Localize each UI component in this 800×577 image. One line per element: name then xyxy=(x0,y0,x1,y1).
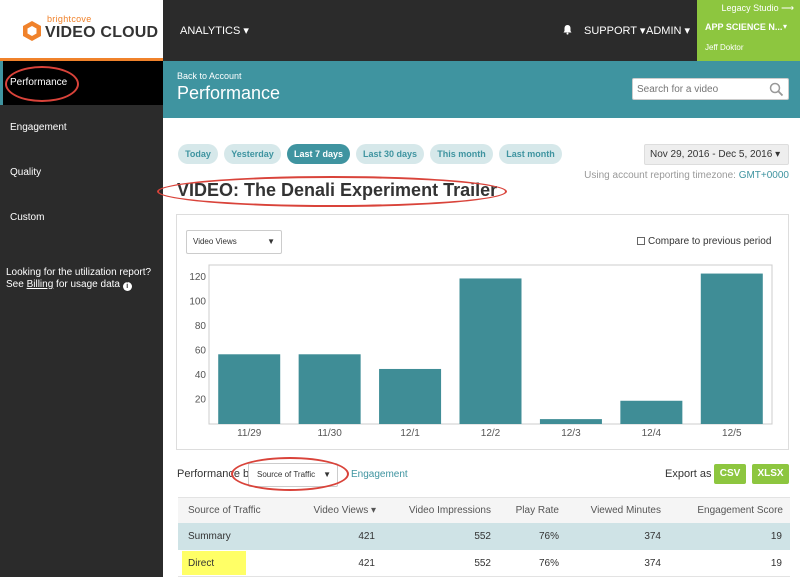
logo-wordmark: VIDEO CLOUD xyxy=(45,24,159,41)
sidebar-item-custom[interactable]: Custom xyxy=(0,196,163,240)
page-title: Performance xyxy=(177,83,281,103)
legacy-studio-link[interactable]: Legacy Studio ⟶ xyxy=(697,3,800,14)
bar xyxy=(218,354,281,424)
nav-admin[interactable]: ADMIN ▾ xyxy=(646,24,690,37)
table-cell: 76% xyxy=(538,558,559,569)
column-header[interactable]: Play Rate xyxy=(516,498,559,524)
y-tick-label: 80 xyxy=(195,321,207,332)
checkbox-icon[interactable] xyxy=(637,237,645,245)
timezone-link[interactable]: GMT+0000 xyxy=(739,170,789,181)
bar xyxy=(298,354,361,424)
sidebar-item-performance[interactable]: Performance xyxy=(0,61,163,105)
compare-checkbox[interactable]: Compare to previous period xyxy=(637,236,771,247)
date-range-picker[interactable]: Nov 29, 2016 - Dec 5, 2016 ▾ xyxy=(644,144,789,165)
export-csv-button[interactable]: CSV xyxy=(714,464,746,484)
export-label: Export as xyxy=(665,468,712,480)
nav-support[interactable]: SUPPORT ▾ xyxy=(584,24,645,37)
search-icon[interactable] xyxy=(769,82,784,97)
timezone-text: Using account reporting timezone: xyxy=(584,170,739,181)
table-cell: 374 xyxy=(644,558,661,569)
table-header-row: Source of Traffic Video Views ▾ Video Im… xyxy=(178,497,790,523)
sidebar-item-engagement[interactable]: Engagement xyxy=(0,106,163,150)
sidebar-item-label: Quality xyxy=(10,167,42,178)
sidebar-item-label: Performance xyxy=(10,77,68,88)
table-cell: 421 xyxy=(358,558,375,569)
performance-by-label: Performance by xyxy=(177,468,255,480)
table-cell: 19 xyxy=(770,531,782,542)
back-to-account-link[interactable]: Back to Account xyxy=(177,71,242,81)
sidebar-item-label: Engagement xyxy=(10,122,67,133)
x-tick-label: 11/30 xyxy=(317,428,342,439)
x-tick-label: 12/4 xyxy=(642,428,662,439)
table-cell: 421 xyxy=(358,531,375,542)
y-tick-label: 60 xyxy=(195,346,207,357)
bar xyxy=(539,419,602,424)
chevron-down-icon: ▼ xyxy=(323,470,331,479)
video-title: VIDEO: The Denali Experiment Trailer xyxy=(177,180,498,200)
chevron-down-icon[interactable]: ▾ xyxy=(783,22,787,31)
bar xyxy=(459,278,522,424)
column-header[interactable]: Video Impressions xyxy=(409,498,491,524)
table-cell: 76% xyxy=(538,531,559,542)
range-last-7-days-button[interactable]: Last 7 days xyxy=(287,144,350,164)
y-tick-label: 100 xyxy=(189,297,206,308)
column-header[interactable]: Source of Traffic xyxy=(188,498,261,524)
timezone-note: Using account reporting timezone: GMT+00… xyxy=(560,170,789,181)
chevron-down-icon: ▼ xyxy=(267,237,275,246)
y-tick-label: 20 xyxy=(195,395,207,406)
compare-label: Compare to previous period xyxy=(648,236,772,247)
range-last-month-button[interactable]: Last month xyxy=(499,144,562,164)
y-tick-label: 120 xyxy=(189,272,206,283)
x-tick-label: 12/2 xyxy=(481,428,501,439)
dimension-select[interactable]: Source of Traffic ▼ xyxy=(248,463,338,487)
utilization-note-line: Looking for the utilization report? xyxy=(6,267,152,278)
table-row[interactable]: Direct 421 552 76% 374 19 xyxy=(178,550,790,577)
engagement-link[interactable]: Engagement xyxy=(351,469,408,480)
logo-wordmark-small: brightcove xyxy=(47,14,92,24)
note-rest: for usage data xyxy=(53,279,123,290)
metric-select-value: Video Views xyxy=(193,237,237,246)
brightcove-logo-icon xyxy=(23,21,41,41)
x-tick-label: 11/29 xyxy=(237,428,262,439)
note-see: See xyxy=(6,279,27,290)
table-cell: 374 xyxy=(644,531,661,542)
notifications-icon[interactable] xyxy=(562,24,573,35)
video-search[interactable] xyxy=(632,78,789,100)
video-views-bar-chart: 20 40 60 80 100 120 11/29 11/30 12/1 12/2 12/3 12/4… xyxy=(189,264,773,439)
range-yesterday-button[interactable]: Yesterday xyxy=(224,144,281,164)
x-tick-label: 12/3 xyxy=(561,428,581,439)
user-name: Jeff Doktor xyxy=(705,43,744,52)
search-input[interactable] xyxy=(637,82,765,97)
logo[interactable]: brightcove VIDEO CLOUD xyxy=(0,0,163,61)
range-this-month-button[interactable]: This month xyxy=(430,144,493,164)
column-header[interactable]: Video Views ▾ xyxy=(314,498,376,524)
sidebar-item-label: Custom xyxy=(10,212,45,223)
x-tick-label: 12/5 xyxy=(722,428,742,439)
info-icon[interactable]: i xyxy=(122,282,132,291)
table-cell: Summary xyxy=(188,531,231,542)
table-cell: 552 xyxy=(474,531,491,542)
sidebar-item-quality[interactable]: Quality xyxy=(0,151,163,195)
dimension-select-value: Source of Traffic xyxy=(257,470,316,479)
column-header[interactable]: Viewed Minutes xyxy=(591,498,661,524)
column-header[interactable]: Engagement Score xyxy=(697,498,783,524)
range-today-button[interactable]: Today xyxy=(178,144,218,164)
billing-link[interactable]: Billing xyxy=(27,279,54,290)
table-cell: 19 xyxy=(770,558,782,569)
export-xlsx-button[interactable]: XLSX xyxy=(752,464,789,484)
range-last-30-days-button[interactable]: Last 30 days xyxy=(356,144,424,164)
account-name[interactable]: APP SCIENCE N... xyxy=(705,22,782,32)
bar xyxy=(700,273,763,424)
nav-analytics[interactable]: ANALYTICS ▾ xyxy=(180,24,249,37)
table-cell: 552 xyxy=(474,558,491,569)
metric-select[interactable]: Video Views ▼ xyxy=(186,230,282,254)
bar xyxy=(620,400,683,424)
bar xyxy=(379,368,442,424)
table-cell: Direct xyxy=(188,558,215,569)
x-tick-label: 12/1 xyxy=(400,428,420,439)
table-row[interactable]: Summary 421 552 76% 374 19 xyxy=(178,523,790,550)
utilization-note: Looking for the utilization report? See … xyxy=(6,267,156,291)
y-tick-label: 40 xyxy=(195,370,207,381)
